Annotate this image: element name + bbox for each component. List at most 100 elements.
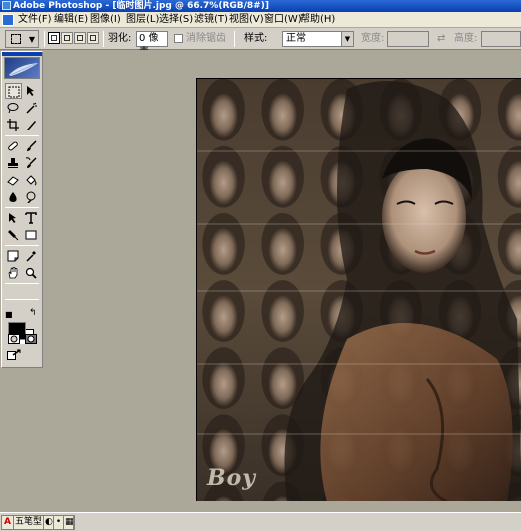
dodge-tool[interactable] (23, 189, 40, 205)
divider (5, 135, 39, 136)
zoom-tool[interactable] (23, 265, 40, 281)
note-icon (7, 250, 19, 262)
face-tile (209, 294, 238, 340)
eraser-tool[interactable] (5, 172, 22, 188)
magnifier-icon (25, 267, 37, 279)
toolbox-title-bar[interactable] (2, 52, 42, 56)
swap-icon[interactable]: ⇄ (437, 33, 445, 44)
menu-select[interactable]: 选择(S) (159, 13, 193, 27)
hand-tool[interactable] (5, 265, 22, 281)
image-content (197, 79, 521, 501)
face-tile (209, 361, 238, 407)
crop-tool[interactable] (5, 117, 22, 133)
intersect-selection-button[interactable] (87, 32, 99, 44)
lasso-tool[interactable] (5, 100, 22, 116)
ime-bar: A 五笔型 ◐ • ▦ (1, 515, 76, 530)
tool-preset-picker[interactable]: ▼ (5, 30, 39, 48)
marquee-icon (8, 86, 20, 98)
document-system-icon[interactable] (2, 14, 14, 26)
adobe-online-logo[interactable] (4, 57, 40, 79)
height-label: 高度: (454, 33, 478, 44)
face-tile (268, 160, 297, 205)
default-colors-icon[interactable]: ■ (5, 310, 13, 319)
slice-tool[interactable] (23, 117, 40, 133)
menu-file[interactable]: 文件(F) (18, 13, 52, 27)
imageready-icon (7, 349, 21, 360)
face-tile (268, 361, 297, 407)
type-tool[interactable] (23, 210, 40, 226)
title-bar: Adobe Photoshop - [临时图片.jpg @ 66.7%(RGB/… (0, 0, 521, 12)
chevron-down-icon: ▼ (341, 32, 353, 46)
window-title: Adobe Photoshop - [临时图片.jpg @ 66.7%(RGB/… (13, 1, 269, 11)
menu-filter[interactable]: 滤镜(T) (194, 13, 228, 27)
swap-colors-icon[interactable]: ↰ (29, 308, 37, 318)
face-tile (268, 93, 297, 138)
chevron-down-icon: ▼ (28, 35, 35, 44)
brush-icon (27, 140, 37, 151)
antialias-checkbox[interactable] (174, 34, 183, 43)
watermark-text: Boy (207, 465, 257, 491)
jump-to-imageready-button[interactable] (5, 347, 22, 363)
menu-layer[interactable]: 图层(L) (126, 13, 159, 27)
healing-brush-tool[interactable] (5, 138, 22, 154)
divider (234, 31, 235, 47)
menu-image[interactable]: 图像(I) (90, 13, 121, 27)
soft-keyboard-icon[interactable]: ▦ (64, 516, 75, 529)
menu-edit[interactable]: 编辑(E) (54, 13, 88, 27)
width-label: 宽度: (361, 33, 385, 44)
menu-help[interactable]: 帮助(H) (300, 13, 335, 27)
new-selection-button[interactable] (48, 32, 60, 44)
face-tile (209, 160, 238, 205)
width-input[interactable] (387, 31, 429, 47)
half-width-moon-icon[interactable]: ◐ (44, 516, 55, 529)
clone-stamp-tool[interactable] (5, 155, 22, 171)
style-select[interactable]: 正常 ▼ (282, 31, 354, 47)
feather-label: 羽化: (108, 33, 132, 44)
divider (5, 207, 39, 208)
eyedropper-icon (26, 251, 36, 262)
antialias-label: 消除锯齿 (186, 33, 226, 44)
bandage-icon (8, 141, 18, 151)
marquee-icon (11, 34, 21, 44)
brush-tool[interactable] (23, 138, 40, 154)
rectangle-tool[interactable] (23, 227, 40, 243)
menu-window[interactable]: 窗口(W) (264, 13, 302, 27)
eyedropper-tool[interactable] (23, 248, 40, 264)
menu-bar: 文件(F) 编辑(E) 图像(I) 图层(L) 选择(S) 滤镜(T) 视图(V… (0, 12, 521, 28)
blur-tool[interactable] (5, 189, 22, 205)
divider (5, 299, 39, 300)
magic-wand-icon (26, 102, 37, 114)
notes-tool[interactable] (5, 248, 22, 264)
divider (5, 245, 39, 246)
face-tile (209, 227, 238, 273)
paint-bucket-tool[interactable] (23, 172, 40, 188)
style-label: 样式: (244, 33, 268, 44)
stamp-icon (8, 158, 18, 168)
punctuation-icon[interactable]: • (54, 516, 65, 529)
dodge-icon (26, 191, 36, 203)
height-input[interactable] (481, 31, 521, 47)
ime-name[interactable]: 五笔型 (14, 516, 45, 529)
divider (44, 31, 45, 47)
magic-wand-tool[interactable] (23, 100, 40, 116)
photoshop-app-icon (2, 1, 11, 10)
slice-knife-icon (27, 121, 36, 130)
rectangle-icon (25, 230, 37, 240)
add-to-selection-button[interactable] (61, 32, 73, 44)
document-canvas[interactable]: Boy (196, 78, 521, 501)
face-tile (268, 294, 297, 340)
menu-view[interactable]: 视图(V) (229, 13, 264, 27)
history-brush-tool[interactable] (23, 155, 40, 171)
paint-bucket-icon (26, 175, 37, 186)
pen-tool[interactable] (5, 227, 22, 243)
toolbox: ■ ↰ (1, 51, 43, 368)
hand-icon (8, 267, 18, 279)
path-selection-tool[interactable] (5, 210, 22, 226)
ime-mode-indicator[interactable]: A (2, 516, 14, 529)
feather-input[interactable]: 0 像素 (136, 31, 168, 58)
rectangular-marquee-tool[interactable] (5, 83, 22, 99)
style-value: 正常 (286, 33, 306, 44)
options-bar: ▼ 羽化: 0 像素 消除锯齿 样式: 正常 ▼ 宽度: ⇄ 高度: (0, 28, 521, 58)
subtract-from-selection-button[interactable] (74, 32, 86, 44)
move-tool[interactable] (23, 83, 40, 99)
